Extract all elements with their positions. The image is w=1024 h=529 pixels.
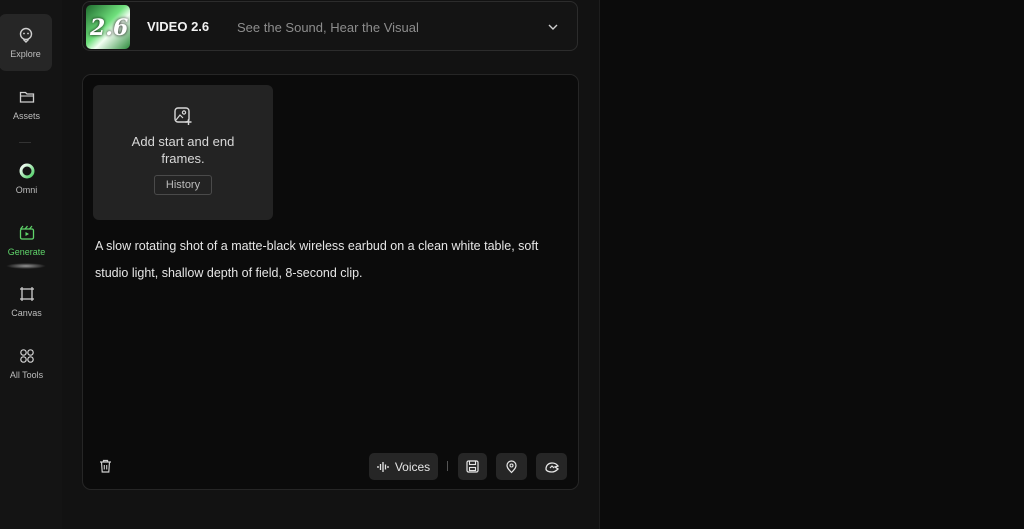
- canvas-icon: [19, 287, 34, 301]
- model-selector[interactable]: 2.6 VIDEO 2.6 See the Sound, Hear the Vi…: [82, 1, 578, 51]
- history-button[interactable]: History: [153, 175, 213, 195]
- model-thumbnail: 2.6: [86, 5, 130, 49]
- sidebar-item-explore[interactable]: Explore: [0, 14, 52, 71]
- add-image-icon: [174, 107, 192, 125]
- add-frames-dropzone[interactable]: Add start and end frames. History: [93, 85, 273, 220]
- location-button[interactable]: [496, 453, 527, 480]
- sidebar: Explore Assets Omni Generate Canvas All …: [0, 0, 63, 529]
- chevron-down-icon: [548, 24, 558, 30]
- prompt-input[interactable]: A slow rotating shot of a matte-black wi…: [95, 233, 565, 287]
- generate-icon: [19, 225, 34, 240]
- voices-wave-icon: [377, 461, 389, 472]
- sidebar-item-all-tools[interactable]: All Tools: [0, 335, 53, 392]
- model-tagline: See the Sound, Hear the Visual: [237, 20, 419, 35]
- active-indicator: [6, 263, 46, 269]
- location-pin-icon: [506, 459, 517, 473]
- toolbar-divider: [447, 461, 448, 471]
- sidebar-item-label: Omni: [15, 185, 38, 195]
- folder-icon: [19, 91, 34, 103]
- save-button[interactable]: [458, 453, 487, 480]
- omni-ring-icon: [19, 163, 34, 179]
- model-name: VIDEO 2.6: [147, 19, 210, 34]
- sidebar-item-label: Generate: [7, 247, 46, 257]
- sidebar-item-label: Assets: [12, 111, 40, 121]
- fast-mode-button[interactable]: [536, 453, 567, 480]
- save-icon: [466, 460, 479, 473]
- sidebar-divider: [19, 142, 31, 143]
- explore-icon: [19, 27, 32, 43]
- sidebar-item-label: Canvas: [11, 308, 42, 318]
- voices-button[interactable]: Voices: [369, 453, 438, 480]
- sidebar-item-canvas[interactable]: Canvas: [0, 273, 53, 330]
- sidebar-item-label: All Tools: [9, 370, 44, 380]
- sidebar-item-label: Explore: [10, 49, 41, 59]
- prompt-card: Add start and end frames. History A slow…: [82, 74, 579, 490]
- sidebar-item-omni[interactable]: Omni: [0, 150, 53, 207]
- main-panel: 2.6 VIDEO 2.6 See the Sound, Hear the Vi…: [62, 0, 600, 529]
- sidebar-item-assets[interactable]: Assets: [0, 76, 53, 133]
- grid-icon: [19, 349, 34, 363]
- fast-mode-icon: [544, 461, 559, 473]
- sidebar-item-generate[interactable]: Generate: [0, 212, 53, 269]
- add-frames-label: Add start and end frames.: [131, 134, 235, 166]
- trash-icon[interactable]: [99, 459, 112, 473]
- voices-label: Voices: [394, 459, 431, 474]
